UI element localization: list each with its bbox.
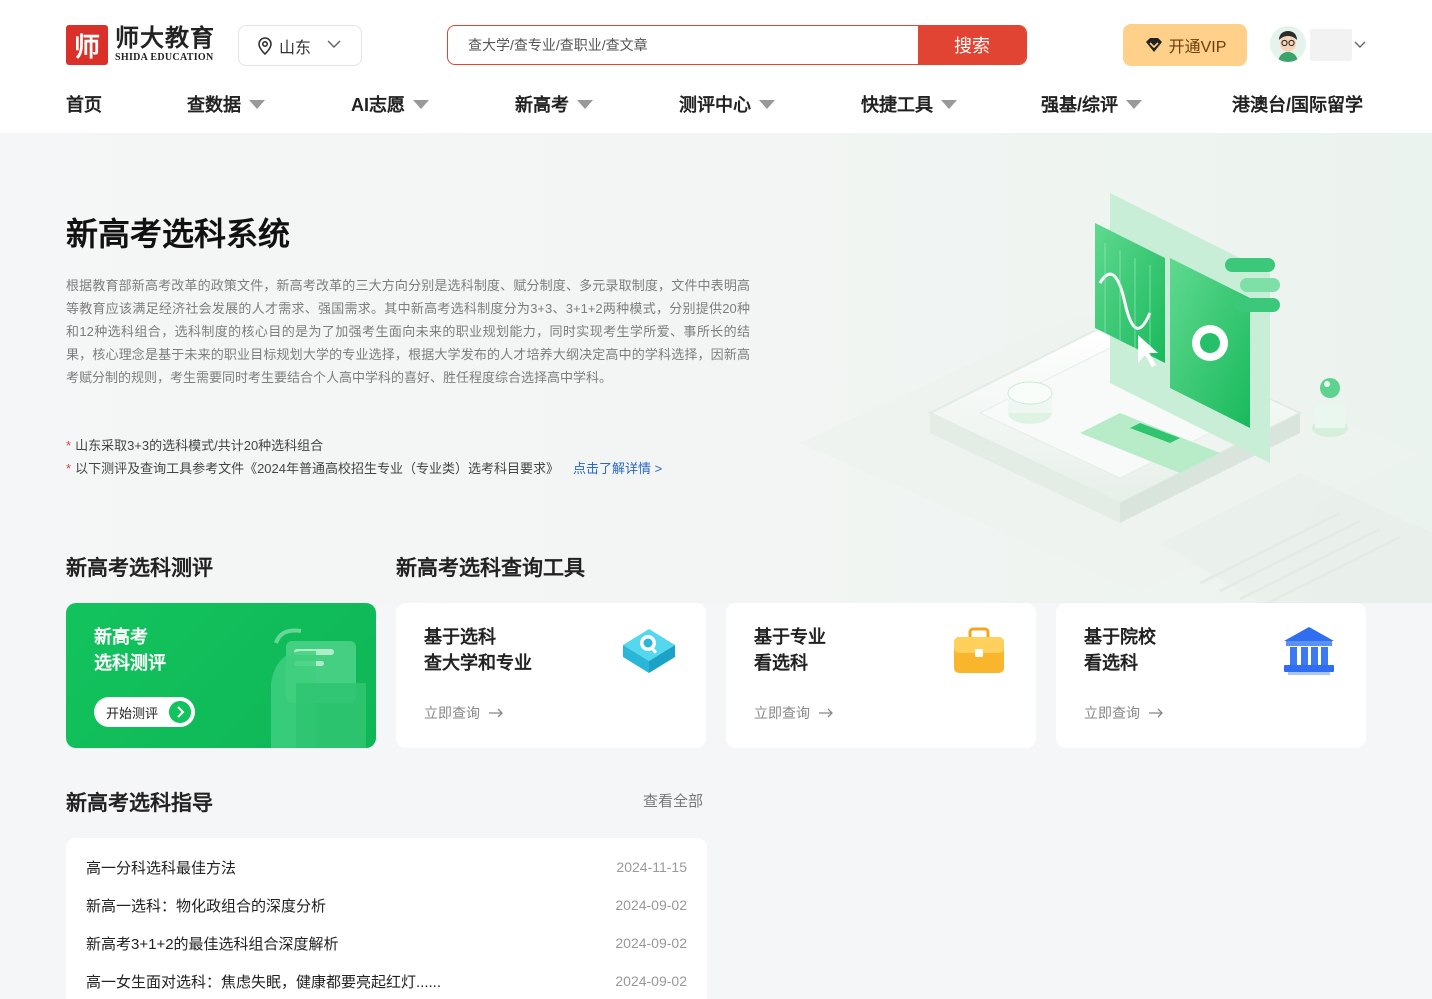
list-item[interactable]: 新高一选科：物化政组合的深度分析 2024-09-02: [86, 894, 687, 916]
arrow-right-icon: [1149, 708, 1163, 718]
site-header: 师 师大教育 SHIDA EDUCATION 山东 搜索 开通VIP: [0, 0, 1432, 133]
query-link[interactable]: 立即查询: [424, 703, 504, 723]
site-logo[interactable]: 师 师大教育 SHIDA EDUCATION: [66, 25, 215, 65]
tool-card-by-major[interactable]: 基于专业 看选科 立即查询: [726, 603, 1036, 748]
list-item[interactable]: 高一分科选科最佳方法 2024-11-15: [86, 856, 687, 878]
eval-section-title: 新高考选科测评: [66, 557, 213, 580]
avatar-image: [1270, 26, 1306, 62]
user-menu-chevron-icon[interactable]: [1354, 40, 1366, 49]
search-button[interactable]: 搜索: [918, 26, 1026, 64]
hero-section: 新高考选科系统 根据教育部新高考改革的政策文件，新高考改革的三大方向分别是选科制…: [0, 133, 1432, 603]
tool-card-by-university[interactable]: 基于院校 看选科 立即查询: [1056, 603, 1366, 748]
guide-section-title: 新高考选科指导: [66, 792, 213, 815]
search-input[interactable]: [448, 26, 918, 64]
tool-card-by-subject[interactable]: 基于选科 查大学和专业 立即查询: [396, 603, 706, 748]
note-mode: 山东采取3+3的选科模式/共计20种选科组合: [75, 438, 324, 453]
nav-item-home[interactable]: 首页: [66, 91, 102, 117]
dropdown-triangle-icon: [413, 100, 429, 109]
query-link[interactable]: 立即查询: [754, 703, 834, 723]
arrow-right-icon: [169, 701, 191, 723]
dropdown-triangle-icon: [759, 100, 775, 109]
location-label: 山东: [279, 39, 312, 57]
guide-list: 高一分科选科最佳方法 2024-11-15 新高一选科：物化政组合的深度分析 2…: [66, 838, 707, 999]
search-bar: 搜索: [447, 25, 1027, 65]
nav-item-new-gaokao[interactable]: 新高考: [515, 91, 593, 117]
logo-name-cn: 师大教育: [115, 25, 215, 52]
arrow-right-icon: [489, 708, 503, 718]
briefcase-icon: [954, 627, 1004, 673]
nav-item-international[interactable]: 港澳台/国际留学: [1232, 91, 1363, 117]
diamond-icon: [1145, 38, 1162, 52]
dropdown-triangle-icon: [941, 100, 957, 109]
location-pin-icon: [258, 36, 272, 55]
dropdown-triangle-icon: [1126, 100, 1143, 109]
eval-card[interactable]: 新高考 选科测评 开始测评: [66, 603, 376, 748]
page-title: 新高考选科系统: [66, 216, 291, 252]
hero-description: 根据教育部新高考改革的政策文件，新高考改革的三大方向分别是选科制度、赋分制度、多…: [66, 278, 750, 385]
university-icon: [1284, 627, 1334, 675]
dropdown-triangle-icon: [577, 100, 593, 109]
nav-item-quick-tools[interactable]: 快捷工具: [861, 91, 957, 117]
vip-button[interactable]: 开通VIP: [1123, 24, 1247, 66]
search-diamond-icon: [623, 629, 675, 673]
nav-item-data[interactable]: 查数据: [187, 91, 265, 117]
nav-item-ai-volunteer[interactable]: AI志愿: [351, 91, 429, 117]
nav-item-assessment[interactable]: 测评中心: [679, 91, 775, 117]
username-placeholder[interactable]: [1310, 29, 1352, 61]
start-eval-button[interactable]: 开始测评: [94, 697, 195, 727]
list-item[interactable]: 高一女生面对选科：焦虑失眠，健康都要亮起红灯...... 2024-09-02: [86, 970, 687, 992]
dropdown-triangle-icon: [249, 100, 265, 109]
hero-illustration: [800, 193, 1432, 603]
query-link[interactable]: 立即查询: [1084, 703, 1164, 723]
folder-illustration-icon: [271, 628, 366, 748]
logo-mark: 师: [66, 25, 108, 65]
view-all-link[interactable]: 查看全部: [643, 790, 703, 811]
tools-section-title: 新高考选科查询工具: [396, 557, 585, 580]
main-nav: 首页 查数据 AI志愿 新高考 测评中心 快捷工具 强基/综评 港澳台/国际留学: [66, 91, 1366, 117]
arrow-right-icon: [819, 708, 833, 718]
vip-label: 开通VIP: [1168, 39, 1227, 56]
logo-name-en: SHIDA EDUCATION: [115, 52, 214, 63]
location-selector[interactable]: 山东: [238, 25, 362, 66]
details-link[interactable]: 点击了解详情 >: [573, 461, 662, 476]
avatar[interactable]: [1270, 26, 1306, 62]
list-item[interactable]: 新高考3+1+2的最佳选科组合深度解析 2024-09-02: [86, 932, 687, 954]
nav-item-strong-base[interactable]: 强基/综评: [1041, 91, 1143, 117]
hero-notes: * 山东采取3+3的选科模式/共计20种选科组合 * 以下测评及查询工具参考文件《2…: [66, 438, 663, 476]
chevron-down-icon: [327, 40, 341, 49]
note-reference: 以下测评及查询工具参考文件《2024年普通高校招生专业（专业类）选考科目要求》: [75, 461, 559, 476]
